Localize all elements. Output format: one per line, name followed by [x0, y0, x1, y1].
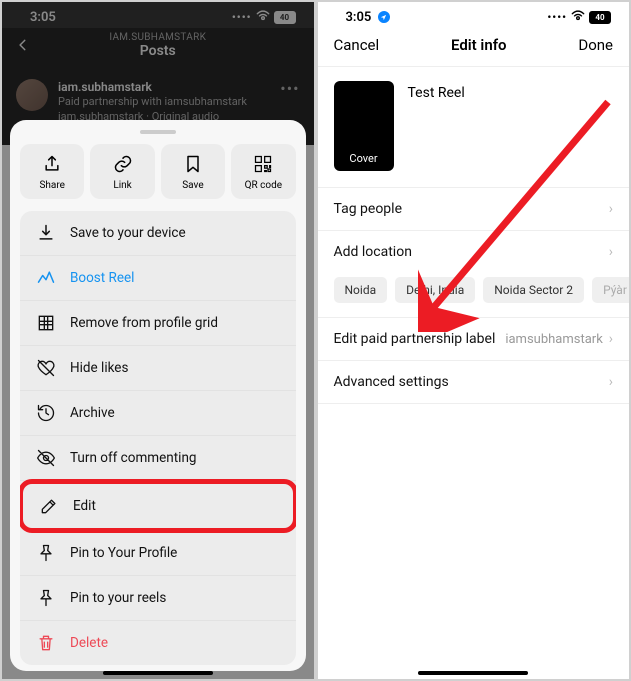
cover-label: Cover	[349, 152, 377, 165]
link-label: Link	[113, 180, 131, 191]
row-label: Edit paid partnership label	[334, 331, 496, 347]
edit-nav-bar: Cancel Edit info Done	[318, 28, 630, 66]
row-label: Advanced settings	[334, 374, 449, 390]
menu-archive[interactable]: Archive	[20, 391, 296, 436]
save-icon	[183, 154, 203, 174]
bottom-sheet: Share Link Save QR code Save	[10, 120, 306, 671]
chevron-right-icon: ›	[609, 201, 613, 217]
menu-edit[interactable]: Edit	[23, 484, 293, 528]
cancel-button[interactable]: Cancel	[334, 36, 380, 54]
link-button[interactable]: Link	[90, 144, 154, 199]
highlight-annotation: Edit	[20, 479, 296, 533]
share-label: Share	[39, 180, 64, 191]
status-icons: 40	[547, 10, 611, 24]
row-advanced-settings[interactable]: Advanced settings ›	[318, 361, 630, 403]
battery-icon: 40	[589, 11, 611, 24]
archive-icon	[36, 403, 56, 423]
boost-icon	[36, 268, 56, 288]
sheet-handle[interactable]	[140, 130, 176, 134]
share-icon	[42, 154, 62, 174]
chip-location[interactable]: Noida	[334, 277, 388, 303]
phone-left-screen: 3:05 40 IAM.SUBHAMSTARK Posts iam.subham…	[2, 2, 314, 679]
row-edit-partnership[interactable]: Edit paid partnership label iamsubhamsta…	[318, 318, 630, 360]
chip-location[interactable]: Pýàr Tø hûm 8h	[592, 277, 629, 303]
pin-icon	[36, 543, 56, 563]
hide-icon	[36, 448, 56, 468]
download-icon	[36, 223, 56, 243]
reel-block: Cover Test Reel	[318, 67, 630, 187]
location-services-icon	[378, 11, 390, 23]
row-add-location[interactable]: Add location ›	[318, 231, 630, 273]
chip-location[interactable]: Noida Sector 2	[483, 277, 584, 303]
row-value: iamsubhamstark	[505, 332, 602, 347]
share-button[interactable]: Share	[20, 144, 84, 199]
menu-delete[interactable]: Delete	[20, 621, 296, 665]
chip-location[interactable]: Delhi, India	[395, 277, 475, 303]
qr-button[interactable]: QR code	[231, 144, 295, 199]
home-indicator[interactable]	[418, 671, 528, 675]
menu-turn-off-commenting[interactable]: Turn off commenting	[20, 436, 296, 481]
action-row: Share Link Save QR code	[10, 144, 306, 211]
status-time-group: 3:05	[346, 10, 390, 25]
phone-right-screen: 3:05 40 Cancel Edit info Done Cover	[318, 2, 630, 679]
row-label: Add location	[334, 244, 412, 260]
save-label: Save	[182, 180, 203, 191]
menu-hide-likes[interactable]: Hide likes	[20, 346, 296, 391]
page-title: Edit info	[451, 36, 507, 54]
chevron-right-icon: ›	[609, 244, 613, 260]
done-button[interactable]: Done	[578, 36, 613, 54]
divider	[318, 403, 630, 404]
menu-pin-reels[interactable]: Pin to your reels	[20, 576, 296, 621]
hide-likes-icon	[36, 358, 56, 378]
row-tag-people[interactable]: Tag people ›	[318, 188, 630, 230]
qr-label: QR code	[245, 180, 282, 191]
save-button[interactable]: Save	[161, 144, 225, 199]
row-label: Tag people	[334, 201, 403, 217]
edit-icon	[39, 496, 59, 516]
grid-icon	[36, 313, 56, 333]
menu-list: Save to your device Boost Reel Remove fr…	[20, 211, 296, 665]
menu-boost-reel[interactable]: Boost Reel	[20, 256, 296, 301]
caption-field[interactable]: Test Reel	[408, 81, 465, 101]
menu-pin-profile[interactable]: Pin to Your Profile	[20, 531, 296, 576]
wifi-icon	[571, 10, 585, 24]
chevron-right-icon: ›	[609, 331, 613, 347]
qr-icon	[253, 154, 273, 174]
status-time: 3:05	[346, 10, 372, 25]
status-bar: 3:05 40	[318, 2, 630, 28]
location-chips: Noida Delhi, India Noida Sector 2 Pýàr T…	[318, 273, 630, 317]
home-indicator[interactable]	[103, 671, 213, 675]
trash-icon	[36, 633, 56, 653]
menu-save-device[interactable]: Save to your device	[20, 211, 296, 256]
menu-remove-grid[interactable]: Remove from profile grid	[20, 301, 296, 346]
signal-icon	[547, 11, 567, 24]
chevron-right-icon: ›	[609, 374, 613, 390]
pin-icon	[36, 588, 56, 608]
link-icon	[113, 154, 133, 174]
cover-thumbnail[interactable]: Cover	[334, 81, 394, 171]
